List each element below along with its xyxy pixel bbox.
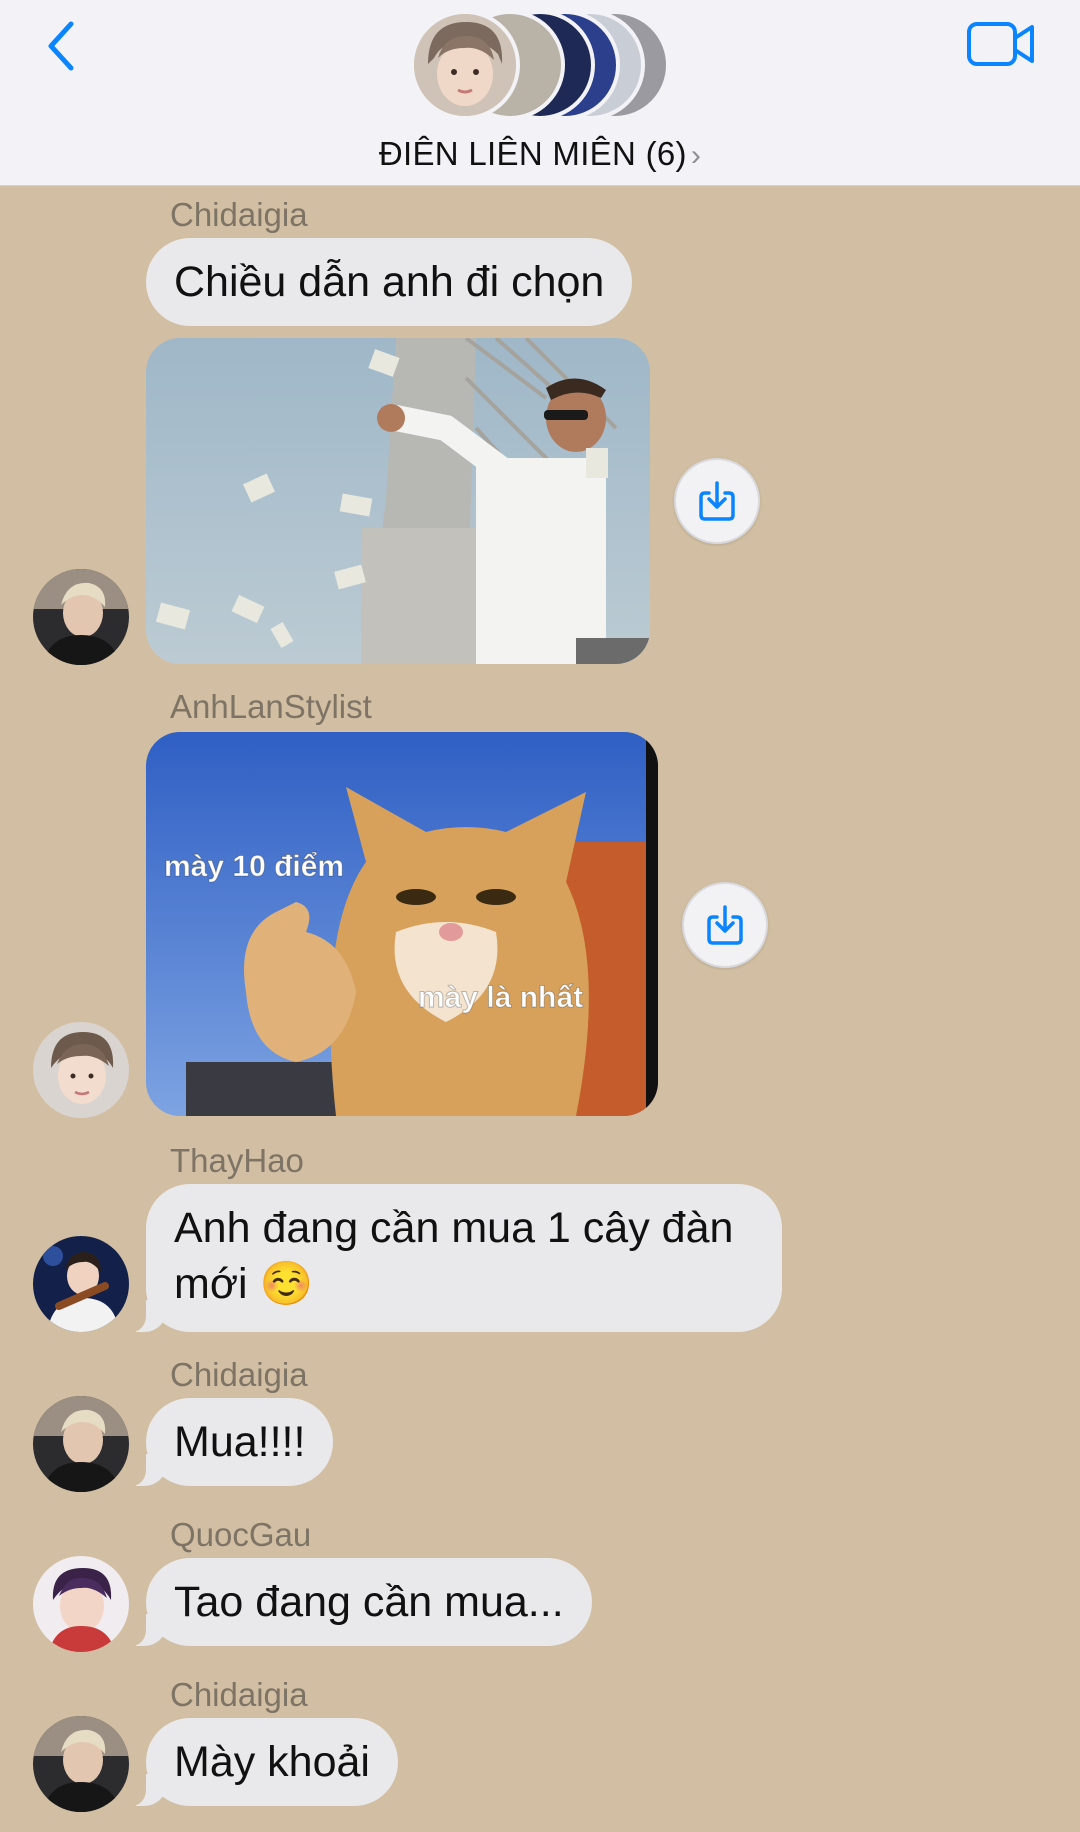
image-attachment-cat-thumbs-up[interactable]: mày 10 điểm mày là nhất [146, 732, 658, 1116]
avatar-chidaigia[interactable] [33, 1716, 129, 1812]
message-bubble[interactable]: Anh đang cần mua 1 cây đàn mới ☺️ [120, 1184, 782, 1332]
message-text: Tao đang cần mua... [174, 1578, 564, 1626]
message-bubble[interactable]: Mua!!!! [119, 1398, 334, 1486]
chat-header: ĐIÊN LIÊN MIÊN (6) › [0, 0, 1080, 186]
download-icon [707, 905, 743, 945]
message-bubble[interactable]: Tao đang cần mua... [120, 1558, 592, 1646]
video-call-button[interactable] [962, 16, 1040, 72]
image-attachment-money-throw[interactable] [146, 338, 650, 664]
save-image-button[interactable] [674, 458, 760, 544]
message-text-line: mới ☺️ [174, 1260, 314, 1308]
message-text-line: Anh đang cần mua 1 cây đàn [174, 1204, 734, 1252]
avatar-chidaigia[interactable] [33, 1396, 129, 1492]
meme-caption-top: mày 10 điểm [164, 850, 344, 883]
chevron-left-icon [48, 21, 74, 71]
sender-name: Chidaigia [170, 1356, 308, 1393]
message-bubble[interactable]: Mày khoải [120, 1718, 398, 1806]
avatar-chidaigia[interactable] [33, 569, 129, 665]
avatar-anhlanstylist[interactable] [33, 1022, 129, 1118]
sender-name: QuocGau [170, 1516, 312, 1553]
meme-caption-bottom: mày là nhất [418, 981, 583, 1014]
group-title-text: ĐIÊN LIÊN MIÊN (6) [378, 135, 687, 172]
chevron-right-icon: › [690, 139, 702, 172]
sender-name: Chidaigia [170, 1676, 308, 1713]
save-image-button[interactable] [682, 882, 768, 968]
message-bubble[interactable]: Chiều dẫn anh đi chọn [146, 238, 633, 326]
sender-name: ThayHao [170, 1142, 304, 1179]
message-text: Mày khoải [174, 1738, 370, 1786]
avatar-thayhao[interactable] [33, 1236, 129, 1332]
avatar-quocgau[interactable] [33, 1556, 129, 1652]
group-title[interactable]: ĐIÊN LIÊN MIÊN (6) › [0, 135, 1080, 173]
video-camera-icon [967, 22, 1034, 66]
sender-name: AnhLanStylist [170, 688, 372, 725]
member-avatar [410, 10, 520, 120]
sender-name: Chidaigia [170, 196, 308, 233]
message-text: Anh đang cần mua 1 cây đàn mới ☺️ [174, 1200, 754, 1312]
message-text: Chiều dẫn anh đi chọn [174, 258, 605, 306]
group-avatar-stack[interactable] [410, 8, 670, 124]
back-button[interactable] [36, 14, 86, 78]
download-icon [699, 481, 735, 521]
message-text: Mua!!!! [174, 1418, 306, 1466]
